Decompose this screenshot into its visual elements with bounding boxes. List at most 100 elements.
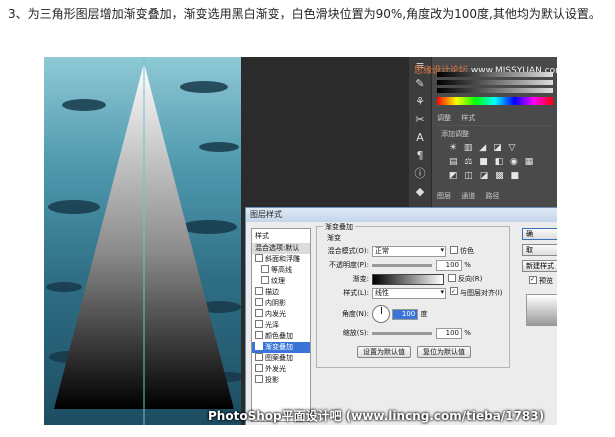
cancel-button[interactable]: 取 <box>522 244 557 256</box>
reverse-checkbox[interactable] <box>448 274 456 282</box>
blend-mode-select[interactable]: 正常 <box>372 245 446 257</box>
bottom-watermark: PhotoShop平面设计吧 (www.lincng.com/tieba/178… <box>208 409 545 423</box>
scale-slider[interactable] <box>372 331 432 335</box>
checkbox-icon[interactable] <box>255 353 263 361</box>
style-label: 描边 <box>265 288 279 296</box>
style-preview-swatch <box>526 294 557 326</box>
reset-default-button[interactable]: 复位为默认值 <box>417 346 471 358</box>
style-label: 投影 <box>265 376 279 384</box>
tab-channels[interactable]: 通道 <box>461 192 475 200</box>
gradient-label: 渐变: <box>352 275 369 283</box>
layer-style-dialog: 图层样式 样式 混合选项:默认 斜面和浮雕 等高线 纹理 描边 内阴影 内发光 … <box>245 207 557 425</box>
style-label: 混合选项:默认 <box>255 244 300 252</box>
style-gradient-overlay[interactable]: ✓ 渐变叠加 <box>252 342 310 353</box>
preview-check-icon[interactable] <box>529 276 537 284</box>
add-adjustment-label: 添加调整 <box>441 130 469 138</box>
style-drop-shadow[interactable]: 投影 <box>252 375 310 386</box>
set-default-button[interactable]: 设置为默认值 <box>357 346 411 358</box>
group-subtitle: 渐变 <box>327 234 341 242</box>
checkbox-icon[interactable] <box>255 331 263 339</box>
tools-icon[interactable]: ✂ <box>409 111 431 129</box>
angle-dial[interactable] <box>372 305 390 323</box>
style-label: 光泽 <box>265 321 279 329</box>
layers-icon[interactable]: ◆ <box>409 183 431 201</box>
color-ramp[interactable] <box>437 97 553 105</box>
gradient-row: 渐变: 反向(R) <box>325 273 482 285</box>
preview-checkbox[interactable]: 预览 <box>522 276 557 286</box>
style-satin[interactable]: 光泽 <box>252 320 310 331</box>
tab-paths[interactable]: 路径 <box>485 192 499 200</box>
preview-label: 预览 <box>539 277 553 285</box>
scale-row: 缩放(S): 100 % <box>325 327 471 339</box>
caption-text: 3、为三角形图层增加渐变叠加，渐变选用黑白渐变，白色滑块位置为90%,角度改为1… <box>8 7 601 21</box>
style-stroke[interactable]: 描边 <box>252 287 310 298</box>
layer-tabs: 图层 通道 路径 <box>437 191 553 201</box>
style-texture[interactable]: 纹理 <box>252 276 310 287</box>
degree-label: 度 <box>420 310 428 318</box>
paragraph-icon[interactable]: ¶ <box>409 147 431 165</box>
blend-mode-row: 混合模式(O):正常 仿色 <box>325 245 474 257</box>
reverse-label: 反向(R) <box>458 275 483 283</box>
align-label: 与图层对齐(I) <box>460 289 503 297</box>
ok-button[interactable]: 确 <box>522 228 557 240</box>
opacity-input[interactable]: 100 <box>436 259 462 271</box>
style-outer-glow[interactable]: 外发光 <box>252 364 310 375</box>
checkbox-icon[interactable] <box>261 265 269 273</box>
checkbox-icon[interactable] <box>255 364 263 372</box>
dither-checkbox[interactable] <box>450 246 458 254</box>
style-contour[interactable]: 等高线 <box>252 265 310 276</box>
character-icon[interactable]: A <box>409 129 431 147</box>
gradient-picker[interactable] <box>372 273 444 285</box>
style-inner-shadow[interactable]: 内阴影 <box>252 298 310 309</box>
checkbox-icon[interactable] <box>255 287 263 295</box>
tab-styles[interactable]: 样式 <box>461 114 475 122</box>
clone-icon[interactable]: ⚘ <box>409 93 431 111</box>
styles-list: 样式 混合选项:默认 斜面和浮雕 等高线 纹理 描边 内阴影 内发光 光泽 颜色… <box>251 228 311 422</box>
align-checkbox[interactable] <box>450 287 458 295</box>
style-blend-options[interactable]: 混合选项:默认 <box>252 243 310 254</box>
style-label: 纹理 <box>271 277 285 285</box>
style-pattern-overlay[interactable]: 图案叠加 <box>252 353 310 364</box>
style-label: 等高线 <box>271 266 292 274</box>
tab-layers[interactable]: 图层 <box>437 192 451 200</box>
angle-row: 角度(N): 100 度 <box>325 305 427 323</box>
style-inner-glow[interactable]: 内发光 <box>252 309 310 320</box>
panel-toolstrip: ≡ ✎ ⚘ ✂ A ¶ ⓘ ◆ <box>409 57 432 207</box>
checkbox-icon[interactable] <box>255 309 263 317</box>
style-label: 颜色叠加 <box>265 332 293 340</box>
checkbox-checked-icon[interactable]: ✓ <box>255 342 263 352</box>
angle-input[interactable]: 100 <box>392 308 419 320</box>
style-select[interactable]: 线性 <box>372 287 446 299</box>
style-bevel[interactable]: 斜面和浮雕 <box>252 254 310 265</box>
checkbox-icon[interactable] <box>255 375 263 383</box>
style-label: 图案叠加 <box>265 354 293 362</box>
style-label: 内发光 <box>265 310 286 318</box>
tab-adjust[interactable]: 调整 <box>437 114 451 122</box>
checkbox-icon[interactable] <box>261 276 269 284</box>
checkbox-icon[interactable] <box>255 320 263 328</box>
adjust-tabs: 调整 样式 <box>437 113 553 126</box>
style-label: 斜面和浮雕 <box>265 255 300 263</box>
canvas-artwork <box>46 57 241 425</box>
style-label: 内阴影 <box>265 299 286 307</box>
scale-label: 缩放(S): <box>342 329 369 337</box>
style-row: 样式(L):线性 与图层对齐(I) <box>325 287 503 299</box>
opacity-label: 不透明度(P): <box>328 261 369 269</box>
info-icon[interactable]: ⓘ <box>409 165 431 183</box>
scale-input[interactable]: 100 <box>436 327 462 339</box>
percent-sign: % <box>464 329 471 337</box>
checkbox-icon[interactable] <box>255 254 263 262</box>
style-label: 外发光 <box>265 365 286 373</box>
dialog-title: 图层样式 <box>246 208 557 222</box>
style-label: 渐变叠加 <box>265 343 293 351</box>
new-style-button[interactable]: 新建样式 <box>522 260 557 272</box>
group-title: 渐变叠加 <box>323 222 355 232</box>
adjustment-icons[interactable]: ☀ ▥ ◢ ◪ ▽ ▤ ⚖ ■ ◧ ◉ ▦ ◩ ◫ ◪ ▩ ■ <box>449 141 549 183</box>
checkbox-icon[interactable] <box>255 298 263 306</box>
photoshop-screenshot: ≡ ✎ ⚘ ✂ A ¶ ⓘ ◆ 思缘设计论坛 www.MISSYUAN.com … <box>44 57 557 425</box>
style-label: 样式(L): <box>343 289 369 297</box>
style-color-overlay[interactable]: 颜色叠加 <box>252 331 310 342</box>
color-sliders[interactable] <box>437 69 553 93</box>
brush-icon[interactable]: ✎ <box>409 75 431 93</box>
opacity-slider[interactable] <box>372 263 432 267</box>
